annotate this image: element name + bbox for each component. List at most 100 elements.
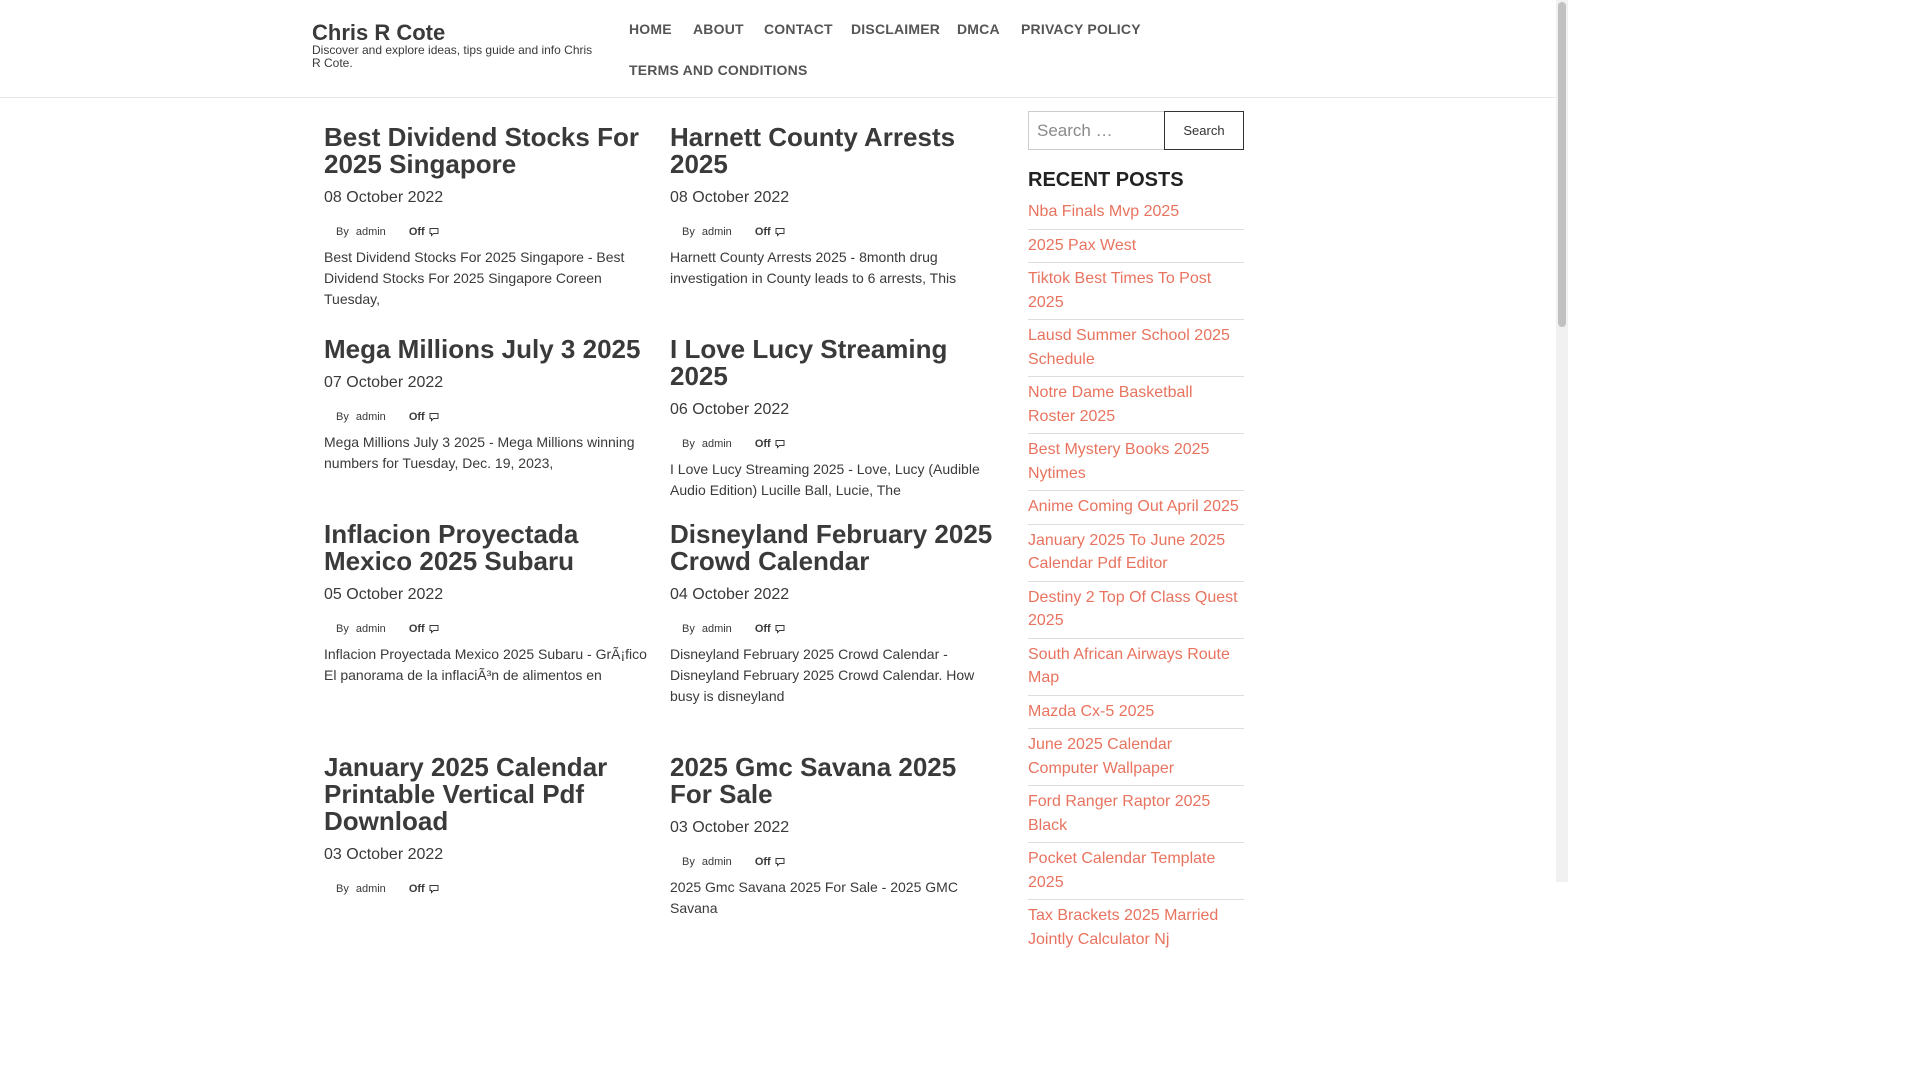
recent-post-link[interactable]: June 2025 Calendar Computer Wallpaper	[1028, 736, 1174, 777]
list-item: Ford Ranger Raptor 2025 Black	[1028, 786, 1244, 843]
post-date: 07 October 2022	[324, 374, 444, 391]
search-form: Search	[1028, 111, 1244, 150]
comment-icon	[429, 885, 439, 894]
post-excerpt: Disneyland February 2025 Crowd Calendar …	[670, 646, 975, 704]
post-author-link[interactable]: admin	[702, 438, 732, 450]
post-title[interactable]: 2025 Gmc Savana 2025 For Sale	[670, 754, 1000, 808]
nav-privacy-policy[interactable]: PRIVACY POLICY	[1021, 21, 1141, 37]
post-author-link[interactable]: admin	[702, 226, 732, 238]
recent-posts-heading: RECENT POSTS	[1028, 169, 1184, 191]
recent-post-link[interactable]: Tax Brackets 2025 Married Jointly Calcul…	[1028, 907, 1218, 948]
nav-about[interactable]: ABOUT	[693, 21, 744, 37]
post-date: 03 October 2022	[670, 819, 790, 836]
search-button[interactable]: Search	[1164, 111, 1244, 150]
post-meta: By admin Off	[682, 225, 1000, 239]
comment-icon	[429, 413, 439, 422]
comment-icon	[429, 228, 439, 237]
post-author-link[interactable]: admin	[356, 623, 386, 635]
list-item: South African Airways Route Map	[1028, 639, 1244, 696]
search-input[interactable]	[1028, 111, 1165, 150]
nav-dmca[interactable]: DMCA	[957, 21, 1000, 37]
post-date: 03 October 2022	[324, 846, 444, 863]
post-by-label: By	[682, 856, 695, 868]
post-card: Harnett County Arrests 2025 08 October 2…	[670, 124, 1000, 289]
vertical-scrollbar[interactable]	[1556, 0, 1568, 882]
recent-post-link[interactable]: Ford Ranger Raptor 2025 Black	[1028, 793, 1210, 834]
post-date: 06 October 2022	[670, 401, 790, 418]
post-meta: By admin Off	[336, 410, 654, 424]
list-item: January 2025 To June 2025 Calendar Pdf E…	[1028, 525, 1244, 582]
nav-home[interactable]: HOME	[629, 21, 672, 37]
nav-contact[interactable]: CONTACT	[764, 21, 833, 37]
post-title[interactable]: I Love Lucy Streaming 2025	[670, 336, 1000, 390]
recent-post-link[interactable]: Lausd Summer School 2025 Schedule	[1028, 327, 1230, 368]
post-card: Disneyland February 2025 Crowd Calendar …	[670, 521, 1000, 707]
post-comments-status: Off	[408, 226, 425, 238]
post-by-label: By	[682, 438, 695, 450]
recent-posts-list: Nba Finals Mvp 2025 2025 Pax West Tiktok…	[1028, 196, 1244, 956]
site-description: Discover and explore ideas, tips guide a…	[312, 43, 593, 70]
post-title[interactable]: Best Dividend Stocks For 2025 Singapore	[324, 124, 654, 178]
list-item: Lausd Summer School 2025 Schedule	[1028, 320, 1244, 377]
post-card: Inflacion Proyectada Mexico 2025 Subaru …	[324, 521, 654, 686]
post-meta: By admin Off	[682, 855, 1000, 869]
scrollbar-thumb[interactable]	[1558, 2, 1566, 327]
post-excerpt: I Love Lucy Streaming 2025 - Love, Lucy …	[670, 461, 980, 498]
post-by-label: By	[336, 623, 349, 635]
post-comments-status: Off	[754, 438, 771, 450]
post-comments-status: Off	[754, 226, 771, 238]
post-title[interactable]: Disneyland February 2025 Crowd Calendar	[670, 521, 1000, 575]
post-by-label: By	[682, 623, 695, 635]
list-item: Pocket Calendar Template 2025	[1028, 843, 1244, 900]
post-title[interactable]: Inflacion Proyectada Mexico 2025 Subaru	[324, 521, 654, 575]
recent-post-link[interactable]: Nba Finals Mvp 2025	[1028, 203, 1179, 220]
recent-post-link[interactable]: Mazda Cx-5 2025	[1028, 703, 1154, 720]
post-date: 08 October 2022	[670, 189, 790, 206]
recent-post-link[interactable]: Destiny 2 Top Of Class Quest 2025	[1028, 589, 1238, 630]
post-author-link[interactable]: admin	[702, 856, 732, 868]
list-item: June 2025 Calendar Computer Wallpaper	[1028, 729, 1244, 786]
post-title[interactable]: January 2025 Calendar Printable Vertical…	[324, 754, 654, 835]
post-excerpt: 2025 Gmc Savana 2025 For Sale - 2025 GMC…	[670, 879, 958, 916]
comment-icon	[775, 440, 785, 449]
post-excerpt: Inflacion Proyectada Mexico 2025 Subaru …	[324, 646, 647, 683]
post-card: 2025 Gmc Savana 2025 For Sale 03 October…	[670, 754, 1000, 919]
post-comments-status: Off	[408, 883, 425, 895]
post-meta: By admin Off	[682, 622, 1000, 636]
post-by-label: By	[336, 883, 349, 895]
list-item: Tax Brackets 2025 Married Jointly Calcul…	[1028, 900, 1244, 956]
recent-post-link[interactable]: January 2025 To June 2025 Calendar Pdf E…	[1028, 532, 1225, 573]
list-item: Mazda Cx-5 2025	[1028, 696, 1244, 729]
list-item: Best Mystery Books 2025 Nytimes	[1028, 434, 1244, 491]
post-by-label: By	[336, 226, 349, 238]
recent-post-link[interactable]: Pocket Calendar Template 2025	[1028, 850, 1215, 891]
post-author-link[interactable]: admin	[702, 623, 732, 635]
post-title[interactable]: Mega Millions July 3 2025	[324, 336, 654, 363]
list-item: Anime Coming Out April 2025	[1028, 491, 1244, 525]
post-card: Mega Millions July 3 2025 07 October 202…	[324, 336, 654, 474]
post-date: 05 October 2022	[324, 586, 444, 603]
nav-terms-and-conditions[interactable]: TERMS AND CONDITIONS	[629, 62, 807, 78]
comment-icon	[429, 625, 439, 634]
post-meta: By admin Off	[682, 437, 1000, 451]
post-comments-status: Off	[408, 623, 425, 635]
post-author-link[interactable]: admin	[356, 226, 386, 238]
nav-disclaimer[interactable]: DISCLAIMER	[851, 21, 940, 37]
post-meta: By admin Off	[336, 882, 654, 896]
recent-post-link[interactable]: South African Airways Route Map	[1028, 646, 1230, 687]
recent-post-link[interactable]: Tiktok Best Times To Post 2025	[1028, 270, 1211, 311]
post-title[interactable]: Harnett County Arrests 2025	[670, 124, 1000, 178]
recent-post-link[interactable]: Anime Coming Out April 2025	[1028, 498, 1239, 515]
post-card: January 2025 Calendar Printable Vertical…	[324, 754, 654, 896]
comment-icon	[775, 228, 785, 237]
list-item: Tiktok Best Times To Post 2025	[1028, 263, 1244, 320]
recent-post-link[interactable]: 2025 Pax West	[1028, 237, 1136, 254]
post-author-link[interactable]: admin	[356, 411, 386, 423]
recent-post-link[interactable]: Notre Dame Basketball Roster 2025	[1028, 384, 1193, 425]
list-item: Destiny 2 Top Of Class Quest 2025	[1028, 582, 1244, 639]
post-by-label: By	[336, 411, 349, 423]
recent-post-link[interactable]: Best Mystery Books 2025 Nytimes	[1028, 441, 1209, 482]
post-author-link[interactable]: admin	[356, 883, 386, 895]
list-item: Nba Finals Mvp 2025	[1028, 196, 1244, 230]
post-comments-status: Off	[408, 411, 425, 423]
